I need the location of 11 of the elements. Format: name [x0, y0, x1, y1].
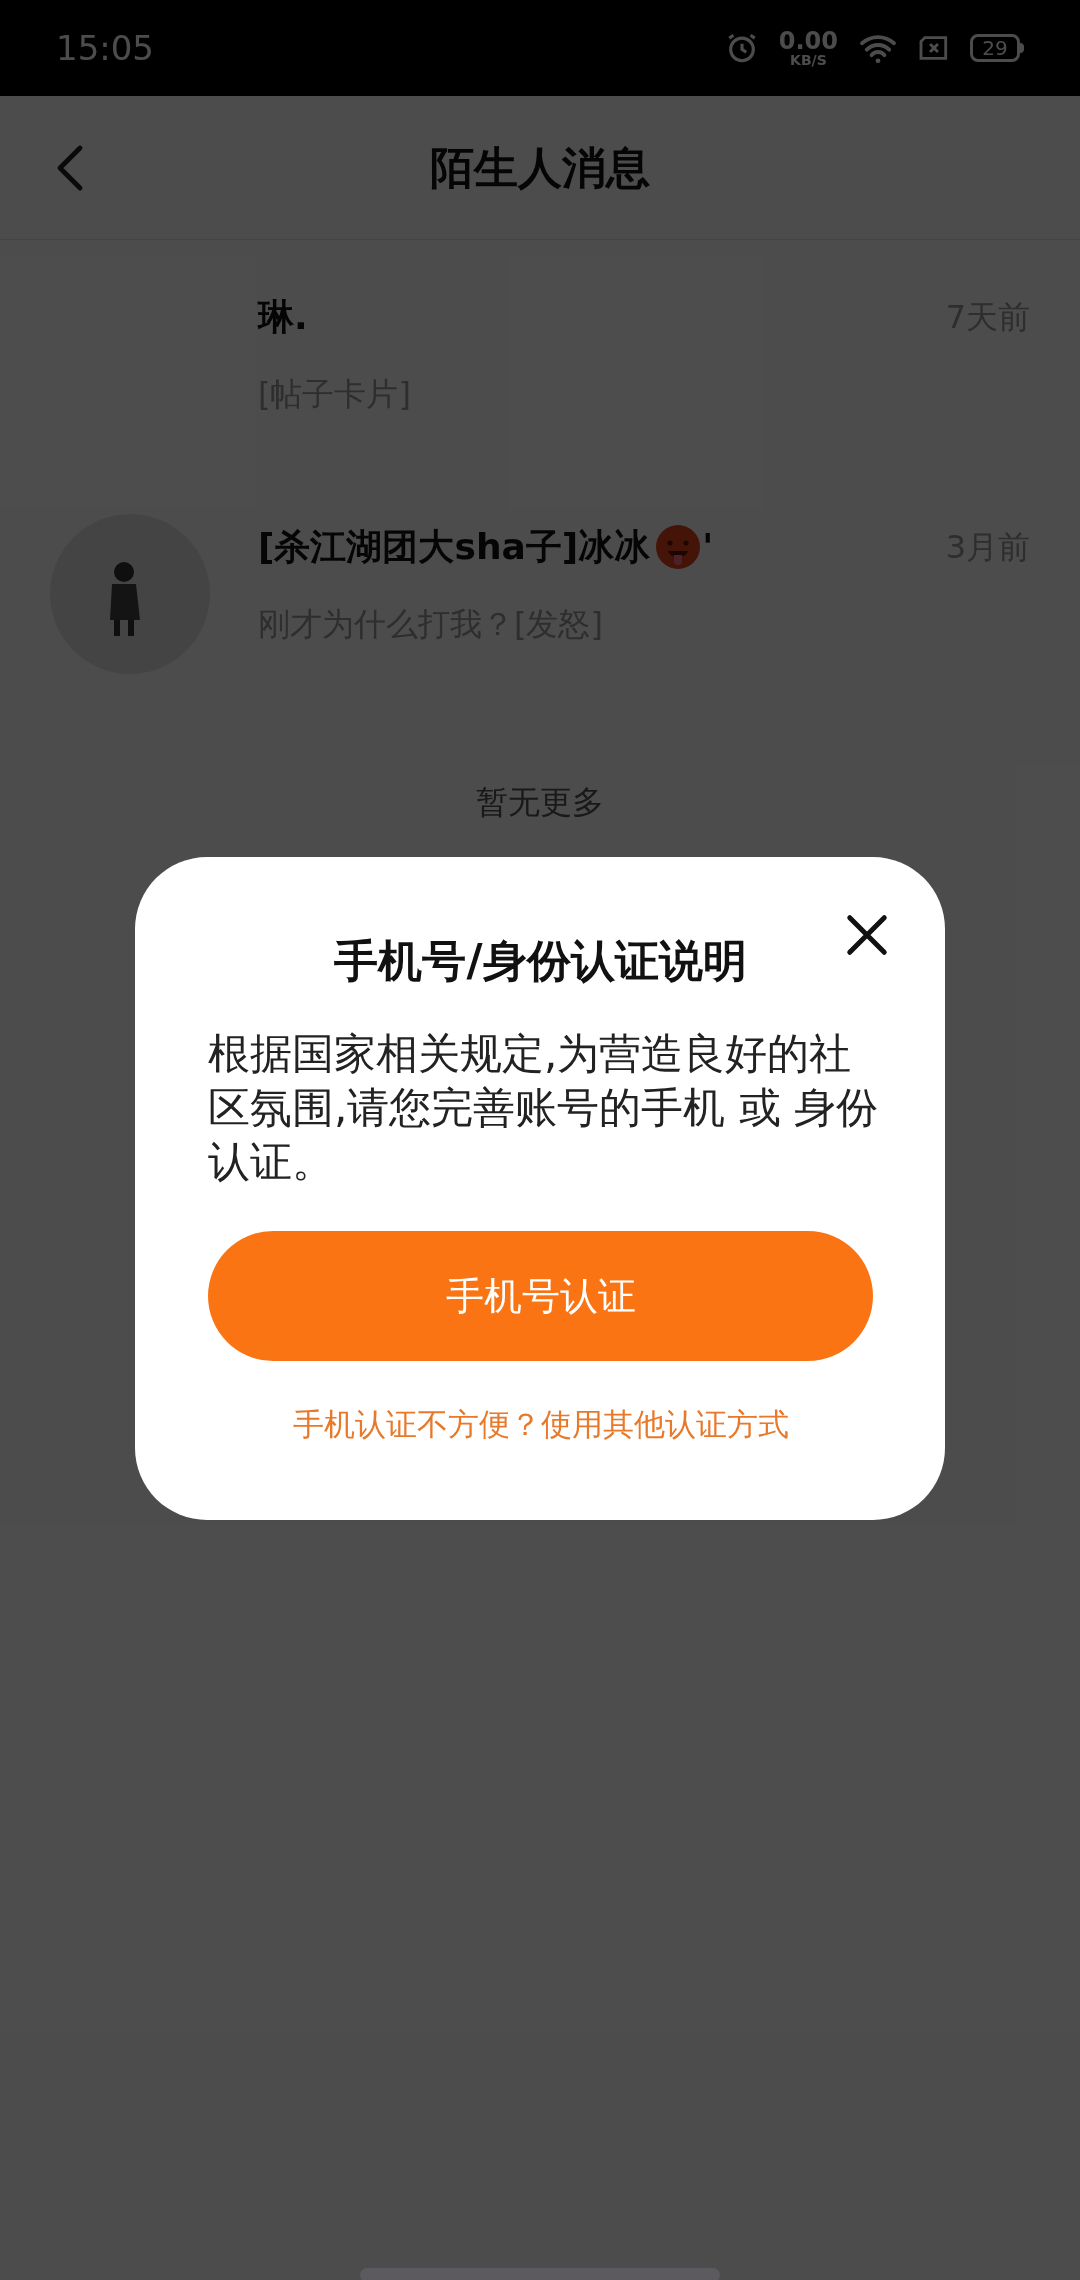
dialog-title: 手机号/身份认证说明	[333, 934, 748, 988]
other-method-link[interactable]: 手机认证不方便？使用其他认证方式	[292, 1401, 789, 1448]
sender-name: [杀江湖团大sha子]冰冰	[258, 525, 651, 569]
name-mark: '	[702, 525, 714, 569]
clock-time: 15:05	[56, 26, 154, 70]
speed-unit: KB/S	[790, 53, 827, 67]
network-speed: 0.00	[778, 29, 838, 53]
sender-name: 琳.	[258, 295, 308, 339]
verify-phone-button[interactable]: 手机号认证	[208, 1231, 873, 1361]
dialog-body: 根据国家相关规定,为营造良好的社区氛围,请您完善账号的手机 或 身份认证。	[208, 1028, 880, 1188]
page-title: 陌生人消息	[430, 140, 650, 195]
